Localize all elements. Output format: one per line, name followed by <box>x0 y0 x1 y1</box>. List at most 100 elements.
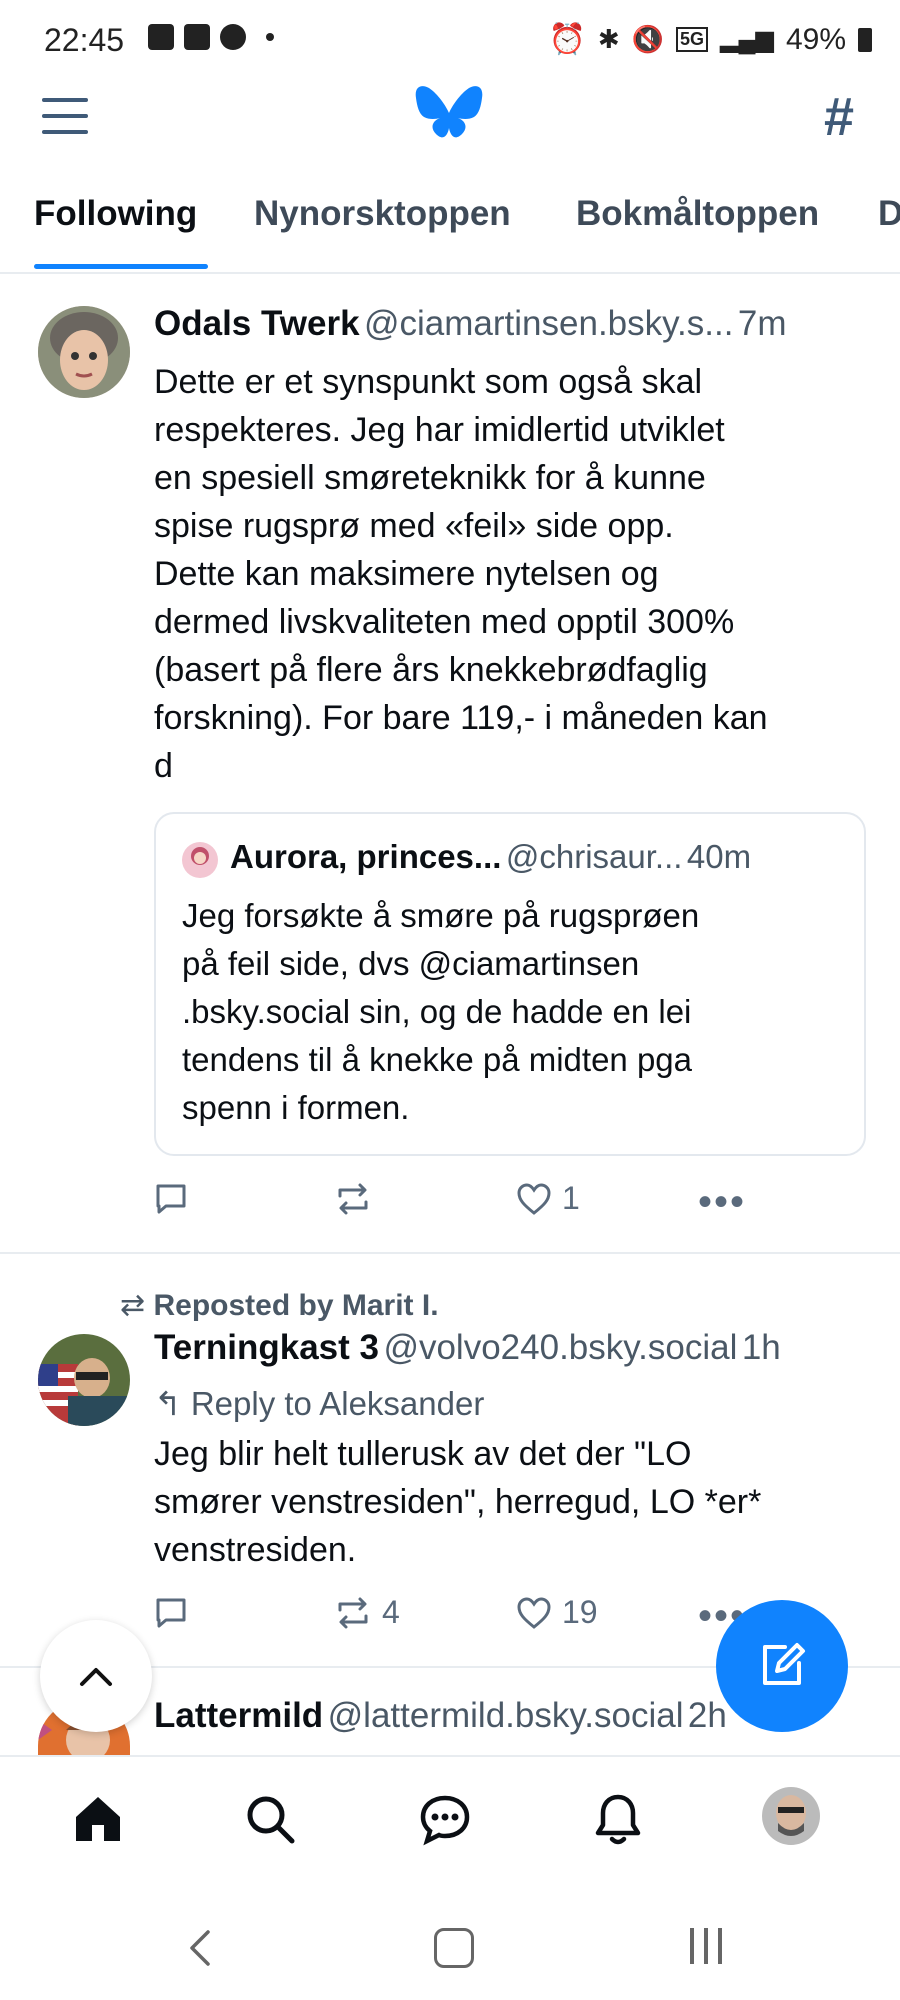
post-text-line: respekteres. Jeg har imidlertid utviklet <box>154 411 725 449</box>
chat-icon[interactable] <box>418 1793 472 1852</box>
like-button[interactable]: 1 <box>516 1180 580 1217</box>
like-count: 19 <box>562 1594 598 1630</box>
back-icon[interactable] <box>186 1928 214 1973</box>
post-text-line: venstresiden. <box>154 1531 357 1569</box>
reply-label: Reply to Aleksander <box>190 1385 485 1422</box>
repost-icon <box>338 1597 368 1628</box>
post-text-line: d <box>154 747 173 785</box>
battery-level: 49% <box>785 22 846 56</box>
post-text-line: dermed livskvaliteten med opptil 300% <box>154 603 735 641</box>
quote-text-line: .bsky.social sin, og de hadde en lei <box>182 993 692 1030</box>
repost-button[interactable]: 4 <box>334 1594 400 1631</box>
scroll-to-top-button[interactable] <box>40 1620 152 1732</box>
post-text-line: forskning). For bare 119,- i måneden kan <box>154 699 768 737</box>
post-text-line: Dette er et synspunkt som også skal <box>154 363 703 401</box>
repost-indicator[interactable]: ⇄ Reposted by Marit I. <box>120 1288 439 1323</box>
author-handle[interactable]: @volvo240.bsky.social <box>383 1328 737 1367</box>
home-nav-icon[interactable] <box>434 1928 474 1968</box>
battery-icon <box>858 27 872 52</box>
home-icon[interactable] <box>72 1793 124 1850</box>
bluetooth-icon: ✱ <box>597 24 620 54</box>
check-icon <box>148 24 174 50</box>
author-handle[interactable]: @ciamartinsen.bsky.s... <box>364 304 733 343</box>
avatar[interactable] <box>38 306 130 398</box>
network-icon: 5G <box>676 27 709 52</box>
post-text-line: smører venstresiden", herregud, LO *er* <box>154 1483 762 1521</box>
quote-text-line: spenn i formen. <box>182 1089 410 1126</box>
more-options-button[interactable]: ••• <box>698 1180 746 1225</box>
menu-icon[interactable] <box>42 98 88 134</box>
tab-more[interactable]: D <box>878 194 900 234</box>
gallery-icon <box>184 24 210 50</box>
reply-button[interactable] <box>154 1596 188 1630</box>
system-navigation <box>0 1890 900 2000</box>
like-count: 1 <box>562 1180 580 1216</box>
quote-author-handle: @chrisaur... <box>505 838 683 875</box>
mute-icon: 🔇 <box>631 24 665 54</box>
bell-icon[interactable] <box>592 1791 644 1852</box>
bottom-navigation <box>0 1755 900 1892</box>
reply-icon <box>156 1184 186 1214</box>
author-name[interactable]: Terningkast 3 <box>154 1328 379 1367</box>
post-time: 1h <box>741 1328 781 1367</box>
bluesky-logo-icon[interactable] <box>414 84 484 146</box>
profile-avatar[interactable] <box>762 1787 820 1845</box>
chevron-up-icon <box>80 1668 112 1686</box>
post-text-line: Jeg blir helt tullerusk av det der "LO <box>154 1435 692 1473</box>
post-time: 2h <box>687 1696 727 1735</box>
quoted-post[interactable]: Aurora, princes... @chrisaur... 40m Jeg … <box>154 812 866 1156</box>
signal-icon: ▂▄▆ <box>720 26 774 53</box>
post-text-line: spise rugsprø med «feil» side opp. <box>154 507 674 545</box>
ellipsis-icon: ••• <box>698 1180 747 1224</box>
repost-label: Reposted by Marit I. <box>153 1289 439 1322</box>
tab-following[interactable]: Following <box>34 194 197 234</box>
recents-icon[interactable] <box>690 1928 722 1964</box>
author-name[interactable]: Lattermild <box>154 1696 323 1735</box>
reply-button[interactable] <box>154 1182 188 1216</box>
status-time: 22:45 <box>44 22 125 58</box>
author-name[interactable]: Odals Twerk <box>154 304 360 343</box>
compose-button[interactable] <box>716 1600 848 1732</box>
quote-time: 40m <box>686 838 752 875</box>
repost-button[interactable] <box>334 1182 372 1216</box>
active-tab-indicator <box>34 264 208 269</box>
like-button[interactable]: 19 <box>516 1594 598 1631</box>
feed-tabs: Following Nynorsktoppen Bokmåltoppen D <box>0 180 900 274</box>
quote-text-line: Jeg forsøkte å smøre på rugsprøen <box>182 897 700 934</box>
notification-icons <box>148 24 274 50</box>
post-header: Odals Twerk @ciamartinsen.bsky.s... 7m <box>154 304 787 344</box>
post-header: Lattermild @lattermild.bsky.social 2h <box>154 1696 727 1736</box>
avatar[interactable] <box>38 1334 130 1426</box>
heart-icon <box>517 1596 551 1629</box>
reply-indicator[interactable]: ↰ Reply to Aleksander <box>154 1384 484 1423</box>
quote-avatar <box>182 842 218 878</box>
repost-count: 4 <box>382 1594 400 1630</box>
post-header: Terningkast 3 @volvo240.bsky.social 1h <box>154 1328 781 1368</box>
quote-text: Jeg forsøkte å smøre på rugsprøen på fei… <box>182 892 842 1132</box>
post-text: Dette er et synspunkt som også skal resp… <box>154 358 874 790</box>
quote-header: Aurora, princes... @chrisaur... 40m <box>230 838 751 876</box>
post-text-line: en spesiell smøreteknikk for å kunne <box>154 459 706 497</box>
tab-bokmaltoppen[interactable]: Bokmåltoppen <box>576 194 819 234</box>
post-time: 7m <box>737 304 787 343</box>
post-text-line: Dette kan maksimere nytelsen og <box>154 555 659 593</box>
reply-icon <box>156 1598 186 1628</box>
author-handle[interactable]: @lattermild.bsky.social <box>328 1696 684 1735</box>
system-icons: ⏰ ✱ 🔇 5G ▂▄▆ 49% <box>548 22 872 57</box>
heart-icon <box>517 1182 551 1215</box>
alarm-icon: ⏰ <box>548 23 586 56</box>
quote-text-line: tendens til å knekke på midten pga <box>182 1041 693 1078</box>
repost-icon <box>338 1183 368 1215</box>
more-notifications-icon <box>266 33 274 41</box>
repost-small-icon: ⇄ <box>120 1289 146 1322</box>
tab-nynorsktoppen[interactable]: Nynorsktoppen <box>254 194 511 234</box>
reply-arrow-icon: ↰ <box>154 1385 182 1422</box>
quote-text-line: på feil side, dvs @ciamartinsen <box>182 945 640 982</box>
compose-icon <box>763 1643 805 1685</box>
post-divider <box>0 1252 900 1254</box>
search-icon[interactable] <box>244 1793 298 1852</box>
feeds-hash-icon[interactable]: # <box>824 86 854 148</box>
status-bar: 22:45 ⏰ ✱ 🔇 5G ▂▄▆ 49% <box>0 0 900 80</box>
account-icon <box>220 24 246 50</box>
post-text: Jeg blir helt tullerusk av det der "LO s… <box>154 1430 884 1574</box>
